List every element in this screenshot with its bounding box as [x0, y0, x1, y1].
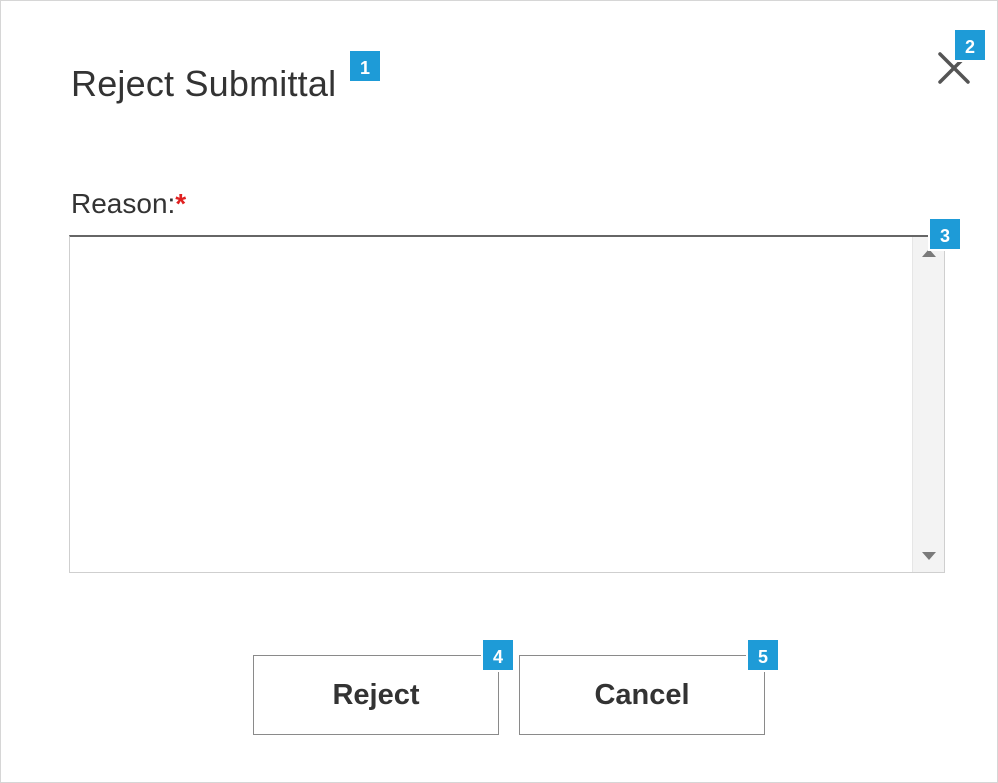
reason-scrollbar[interactable] [912, 237, 944, 572]
annotation-badge-2: 2 [953, 28, 987, 62]
cancel-button[interactable]: Cancel [519, 655, 765, 735]
reason-textarea[interactable] [70, 237, 912, 572]
reject-button[interactable]: Reject [253, 655, 499, 735]
scroll-down-arrow-icon[interactable] [922, 552, 936, 560]
annotation-badge-4: 4 [481, 638, 515, 672]
annotation-badge-1: 1 [348, 49, 382, 83]
reason-field [69, 235, 945, 573]
reason-label-text: Reason: [71, 188, 176, 219]
annotation-badge-5: 5 [746, 638, 780, 672]
reason-label: Reason:* [71, 188, 186, 220]
annotation-badge-3: 3 [928, 217, 962, 251]
required-marker: * [175, 188, 187, 219]
dialog-title: Reject Submittal [71, 63, 337, 104]
